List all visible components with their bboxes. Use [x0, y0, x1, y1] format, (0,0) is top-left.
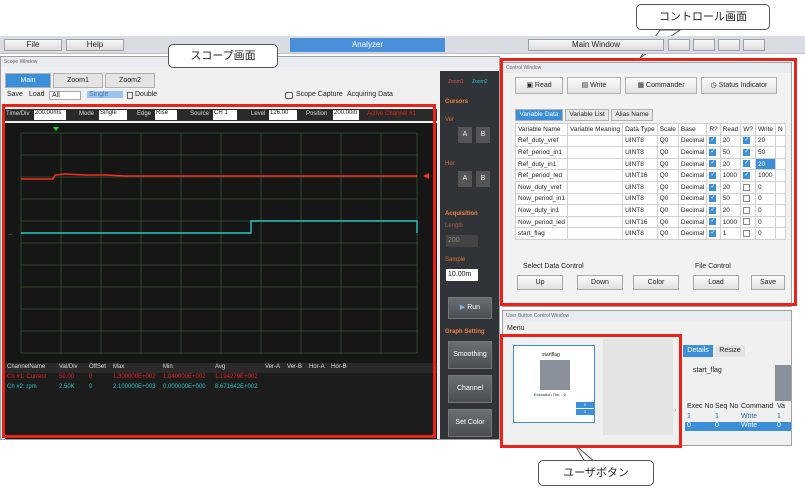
- tab-zoom2[interactable]: Zoom2: [105, 73, 155, 88]
- cell: 1: [715, 413, 719, 420]
- layout-4-icon[interactable]: [743, 39, 765, 51]
- run-button[interactable]: ▶ Run: [448, 297, 492, 319]
- hor-a-button[interactable]: A: [458, 171, 472, 187]
- sample-field[interactable]: 10.00m: [446, 269, 478, 281]
- tab-main[interactable]: Main: [5, 73, 51, 88]
- col-va: Va: [777, 403, 786, 410]
- control-highlight: [500, 58, 797, 306]
- load-button[interactable]: Load: [29, 91, 45, 98]
- detail-name: start_flag: [693, 367, 722, 374]
- callout-user-button: ユーザボタン: [538, 460, 654, 486]
- cell: Write: [741, 413, 758, 420]
- load-select[interactable]: All: [49, 91, 81, 100]
- length-field[interactable]: 200: [446, 235, 478, 247]
- ver-b-button[interactable]: B: [476, 127, 490, 143]
- cell: 1: [687, 413, 691, 420]
- col-command: Command: [741, 403, 774, 410]
- zoom1-toggle[interactable]: Zoom1: [448, 79, 464, 85]
- help-menu-button[interactable]: Help: [66, 39, 124, 51]
- zoom2-toggle[interactable]: Zoom2: [472, 79, 488, 85]
- set-color-button[interactable]: Set Color: [448, 409, 492, 437]
- analyzer-tab[interactable]: Analyzer: [290, 38, 445, 52]
- col-exec-no: Exec No: [687, 403, 714, 410]
- layout-2-icon[interactable]: [693, 39, 715, 51]
- scope-capture-button[interactable]: Scope Capture: [296, 91, 343, 98]
- hor-b-button[interactable]: B: [476, 171, 490, 187]
- file-menu-button[interactable]: File: [4, 39, 62, 51]
- save-button[interactable]: Save: [7, 91, 23, 98]
- col-seq-no: Seq No: [715, 403, 739, 410]
- tab-resize[interactable]: Resize: [715, 345, 745, 357]
- menu-button[interactable]: Menu: [507, 325, 525, 332]
- scope-side-panel: Zoom1 Zoom2 Cursors Ver A B Hor A B Acqu…: [440, 71, 499, 439]
- sample-label: Sample: [445, 257, 466, 263]
- ver-label: Ver: [445, 117, 455, 123]
- cell: 1: [777, 413, 781, 420]
- scope-highlight: [2, 104, 436, 438]
- tab-details[interactable]: Details: [683, 345, 713, 357]
- ver-a-button[interactable]: A: [458, 127, 472, 143]
- single-toggle[interactable]: Single: [87, 91, 123, 98]
- hor-label: Hor: [445, 161, 455, 167]
- user-button-highlight: [500, 334, 682, 448]
- length-label: Length: [445, 223, 464, 229]
- run-label: Run: [467, 304, 481, 311]
- channel-setting-button[interactable]: Channel Setting: [448, 375, 492, 418]
- acquisition-heading: Acquisition: [445, 211, 478, 217]
- cell: 0: [687, 422, 691, 429]
- detail-table-header: Exec No Seq No Command Va: [685, 403, 791, 413]
- scope-toolbar: Save Load All Single Double Scope Captur…: [5, 91, 437, 103]
- main-menubar: File Help Analyzer Main Window: [0, 36, 805, 54]
- double-icon: [127, 92, 133, 99]
- smoothing-button[interactable]: Smoothing: [448, 341, 492, 369]
- table-row[interactable]: 0 0 Write 0: [685, 422, 791, 431]
- user-window-title: User Button Control Window: [503, 311, 791, 321]
- status-text: Acquiring Data: [347, 91, 393, 98]
- detail-avatar-icon: [775, 365, 791, 401]
- graph-setting-heading: Graph Setting: [445, 329, 485, 335]
- cell: 0: [777, 422, 781, 429]
- camera-icon: [285, 92, 293, 99]
- table-row[interactable]: 1 1 Write 1: [685, 413, 791, 422]
- layout-1-icon[interactable]: [668, 39, 690, 51]
- main-window-button[interactable]: Main Window: [528, 39, 664, 51]
- cell: Write: [741, 422, 758, 429]
- tab-zoom1[interactable]: Zoom1: [53, 73, 103, 88]
- double-toggle[interactable]: Double: [135, 91, 157, 98]
- cell: 0: [715, 422, 719, 429]
- callout-scope: スコープ画面: [168, 44, 278, 68]
- layout-3-icon[interactable]: [718, 39, 740, 51]
- cursors-heading: Cursors: [445, 99, 469, 105]
